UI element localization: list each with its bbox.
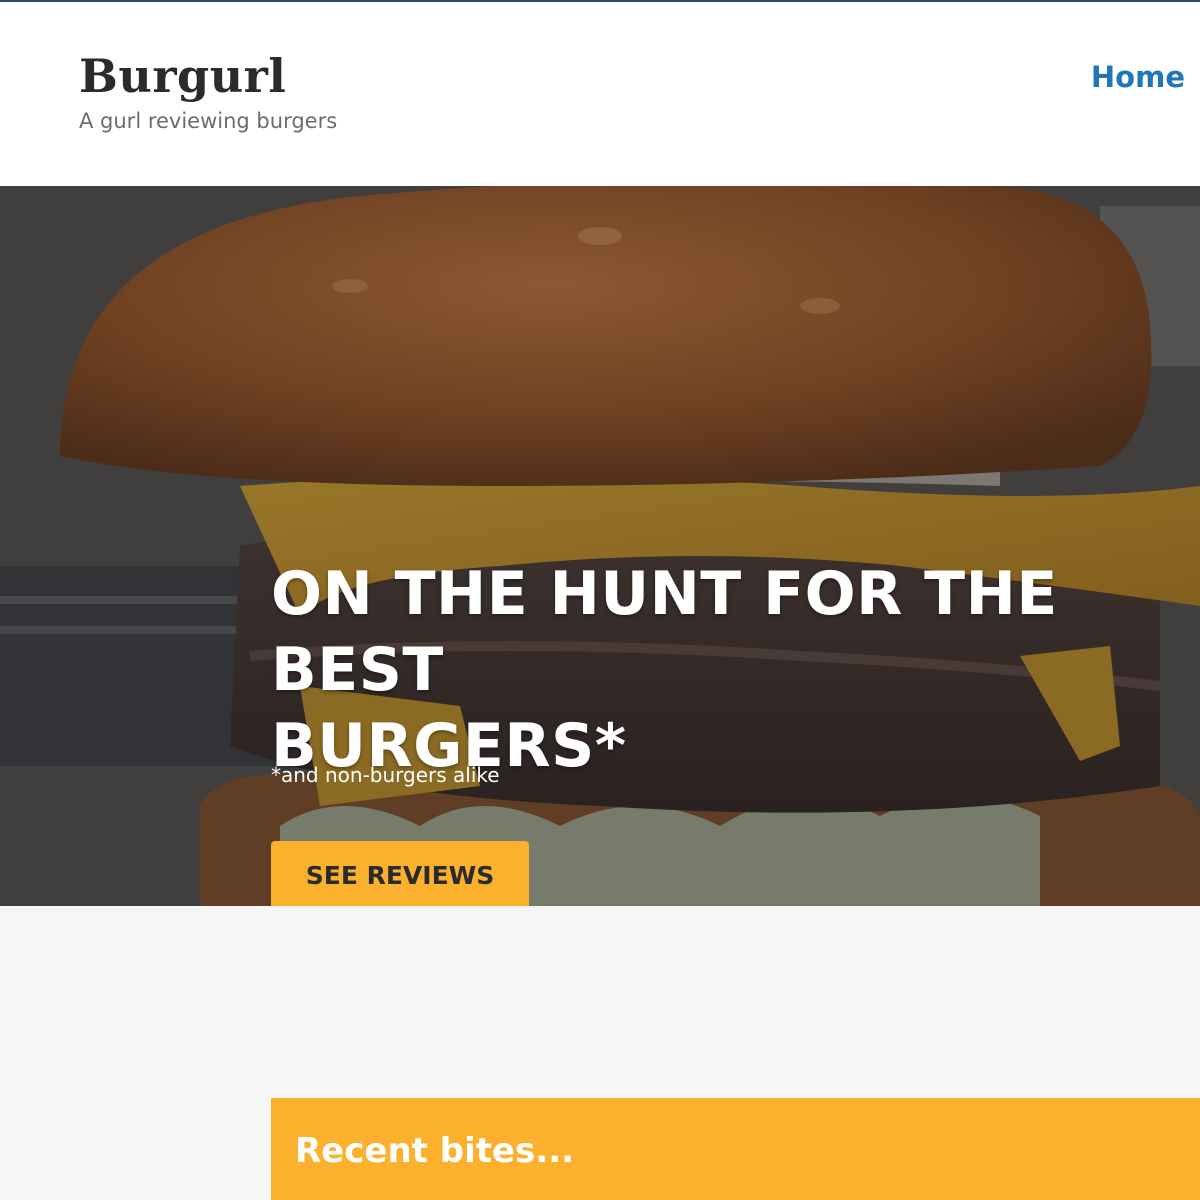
recent-bites-heading: Recent bites... (295, 1131, 575, 1171)
hero-section: ON THE HUNT FOR THE BEST BURGERS* *and n… (0, 186, 1200, 906)
see-reviews-button[interactable]: SEE REVIEWS (271, 841, 529, 906)
site-title[interactable]: Burgurl (79, 48, 286, 104)
hero-subtitle: *and non-burgers alike (271, 763, 500, 787)
recent-bites-section: Recent bites... (271, 1098, 1200, 1200)
nav-link-home[interactable]: Home (1091, 59, 1185, 95)
site-header: Burgurl A gurl reviewing burgers Home (0, 2, 1200, 186)
site-tagline: A gurl reviewing burgers (79, 109, 338, 133)
burger-photo (0, 186, 1200, 906)
hero-title: ON THE HUNT FOR THE BEST BURGERS* (271, 559, 1058, 781)
